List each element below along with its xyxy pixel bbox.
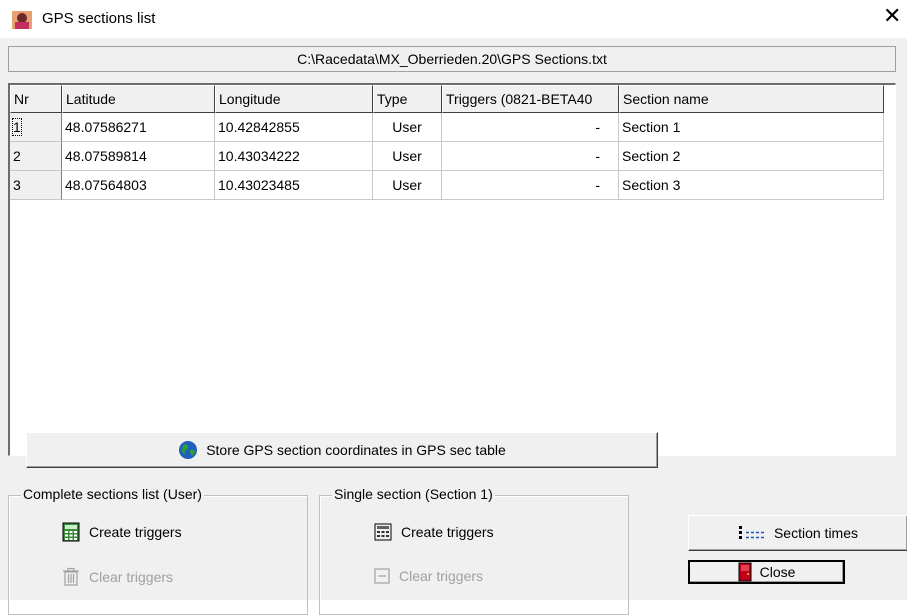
column-header-section-name[interactable]: Section name bbox=[619, 85, 884, 113]
section-name-cell[interactable]: Section 3 bbox=[619, 171, 884, 200]
complete-sections-group: Complete sections list (User) Create tri… bbox=[8, 486, 308, 615]
type-cell[interactable]: User bbox=[373, 142, 442, 171]
section-times-label: Section times bbox=[773, 525, 859, 541]
latitude-cell[interactable]: 48.07586271 bbox=[62, 113, 215, 142]
list-times-icon bbox=[738, 526, 765, 539]
create-triggers-all-button[interactable]: Create triggers bbox=[61, 522, 182, 542]
close-label: Close bbox=[759, 564, 796, 580]
longitude-cell[interactable]: 10.43034222 bbox=[215, 142, 373, 171]
longitude-cell[interactable]: 10.43023485 bbox=[215, 171, 373, 200]
column-header-triggers[interactable]: Triggers (0821-BETA40 bbox=[442, 85, 619, 113]
column-header-nr[interactable]: Nr bbox=[10, 85, 62, 113]
minus-box-icon bbox=[374, 568, 390, 584]
store-button-label: Store GPS section coordinates in GPS sec… bbox=[206, 442, 506, 458]
clear-triggers-single-button[interactable]: Clear triggers bbox=[373, 567, 483, 585]
exit-door-icon bbox=[738, 562, 752, 582]
title-bar: GPS sections list ✕ bbox=[0, 0, 907, 38]
column-header-latitude[interactable]: Latitude bbox=[62, 85, 215, 113]
type-cell[interactable]: User bbox=[373, 113, 442, 142]
latitude-cell[interactable]: 48.07564803 bbox=[62, 171, 215, 200]
column-header-longitude[interactable]: Longitude bbox=[215, 85, 373, 113]
single-section-group: Single section (Section 1) Create trigge… bbox=[319, 486, 629, 615]
clear-triggers-label: Clear triggers bbox=[89, 569, 174, 585]
create-triggers-single-button[interactable]: Create triggers bbox=[373, 522, 494, 542]
longitude-cell[interactable]: 10.42842855 bbox=[215, 113, 373, 142]
triggers-cell[interactable]: - bbox=[442, 142, 619, 171]
create-triggers-single-label: Create triggers bbox=[401, 524, 494, 540]
window-close-button[interactable]: ✕ bbox=[883, 6, 901, 28]
section-times-button[interactable]: Section times bbox=[688, 515, 907, 551]
complete-sections-legend: Complete sections list (User) bbox=[21, 486, 204, 502]
type-cell[interactable]: User bbox=[373, 171, 442, 200]
file-path-label: C:\Racedata\MX_Oberrieden.20\GPS Section… bbox=[8, 46, 896, 72]
window-title: GPS sections list bbox=[42, 10, 156, 27]
trash-icon bbox=[63, 567, 79, 586]
calculator-small-icon bbox=[374, 523, 392, 541]
store-gps-coordinates-button[interactable]: Store GPS section coordinates in GPS sec… bbox=[26, 432, 658, 468]
section-name-cell[interactable]: Section 2 bbox=[619, 142, 884, 171]
latitude-cell[interactable]: 48.07589814 bbox=[62, 142, 215, 171]
triggers-cell[interactable]: - bbox=[442, 171, 619, 200]
app-icon bbox=[12, 11, 32, 29]
triggers-cell[interactable]: - bbox=[442, 113, 619, 142]
sections-grid[interactable]: Nr Latitude Longitude Type Triggers (082… bbox=[8, 83, 896, 456]
clear-triggers-single-label: Clear triggers bbox=[399, 568, 484, 584]
globe-icon bbox=[179, 441, 198, 459]
column-header-type[interactable]: Type bbox=[373, 85, 442, 113]
clear-triggers-all-button[interactable]: Clear triggers bbox=[61, 567, 173, 587]
section-name-cell[interactable]: Section 1 bbox=[619, 113, 884, 142]
row-number: 3 bbox=[10, 171, 62, 200]
client-area: C:\Racedata\MX_Oberrieden.20\GPS Section… bbox=[0, 38, 907, 615]
row-number: 2 bbox=[10, 142, 62, 171]
single-section-legend: Single section (Section 1) bbox=[332, 486, 495, 502]
row-number: 1 bbox=[10, 113, 62, 142]
calculator-icon bbox=[62, 522, 80, 542]
create-triggers-label: Create triggers bbox=[89, 524, 182, 540]
close-button[interactable]: Close bbox=[688, 560, 845, 584]
